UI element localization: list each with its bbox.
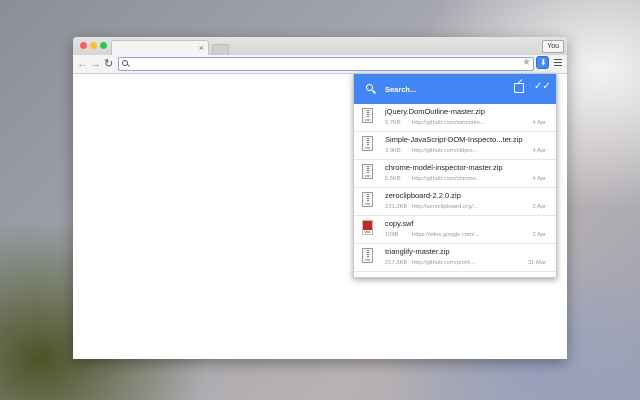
file-source: http://github.com/prohf... <box>412 260 475 266</box>
downloads-search-input[interactable] <box>385 83 505 96</box>
file-date: 4 Apr <box>532 176 546 182</box>
zip-file-icon: ZIP <box>362 108 373 123</box>
file-name: trianglify-master.zip <box>385 247 450 256</box>
address-input[interactable] <box>131 58 511 70</box>
file-size: 109B <box>385 232 399 238</box>
browser-toolbar: ← → ↻ ★ ⬇ <box>73 55 567 74</box>
downloads-extension-button[interactable]: ⬇ <box>537 57 548 68</box>
file-size: 5.5KB <box>385 176 401 182</box>
zip-file-icon: ZIP <box>362 136 373 151</box>
file-name: chrome-model-inspector-master.zip <box>385 163 503 172</box>
open-folder-icon[interactable] <box>514 83 524 93</box>
file-date: 2 Apr <box>532 232 546 238</box>
arrow-right-icon[interactable]: → <box>90 57 101 71</box>
arrow-left-icon[interactable]: ← <box>77 57 88 71</box>
file-date: 4 Apr <box>532 148 546 154</box>
close-window-button[interactable] <box>80 42 87 49</box>
clear-all-icon[interactable]: ✓✓ <box>534 81 551 93</box>
new-tab-button[interactable] <box>212 44 229 55</box>
file-source: http://github.com/chrome... <box>412 176 481 182</box>
popup-header: ✓✓ <box>354 74 556 104</box>
file-size: 3.9KB <box>385 148 401 154</box>
downloads-popup: ✓✓ ZIP jQuery.DomOutline-master.zip 5.7K… <box>353 73 557 278</box>
download-item[interactable]: SWF copy.swf 109B https://sites.google.co… <box>354 216 556 244</box>
download-item[interactable]: ZIP zeroclipboard-2.2.0.zip 231.3KB http:… <box>354 188 556 216</box>
file-date: 2 Apr <box>532 204 546 210</box>
flash-file-icon: SWF <box>362 220 373 235</box>
file-size: 231.3KB <box>385 204 408 210</box>
file-name: Simple-JavaScript-DOM-Inspecto...ter.zip <box>385 135 523 144</box>
file-date: 31 Mar <box>527 260 546 266</box>
file-name: zeroclipboard-2.2.0.zip <box>385 191 461 200</box>
search-icon <box>366 84 373 91</box>
title-bar: × You <box>73 37 567 56</box>
file-date: 4 Apr <box>532 120 546 126</box>
file-source: https://sites.google.com/... <box>412 232 480 238</box>
search-icon <box>122 60 128 66</box>
minimize-window-button[interactable] <box>90 42 97 49</box>
zip-file-icon: ZIP <box>362 248 373 263</box>
profile-button[interactable]: You <box>542 40 564 53</box>
browser-tab[interactable]: × <box>111 40 209 56</box>
download-item[interactable]: ZIP Simple-JavaScript-DOM-Inspecto...ter… <box>354 132 556 160</box>
address-bar[interactable] <box>118 57 534 71</box>
download-item[interactable]: ZIP trianglify-master.zip 217.3KB http://… <box>354 244 556 272</box>
zip-file-icon: ZIP <box>362 164 373 179</box>
file-source: http://github.com/simmalm... <box>412 120 485 126</box>
tab-close-icon[interactable]: × <box>199 42 204 54</box>
file-name: jQuery.DomOutline-master.zip <box>385 107 485 116</box>
star-icon[interactable]: ★ <box>522 57 531 69</box>
download-icon: ⬇ <box>540 58 547 67</box>
downloads-list: ZIP jQuery.DomOutline-master.zip 5.7KB ht… <box>354 104 556 272</box>
reload-icon[interactable]: ↻ <box>104 57 113 71</box>
zip-file-icon: ZIP <box>362 192 373 207</box>
download-item[interactable]: ZIP chrome-model-inspector-master.zip 5.… <box>354 160 556 188</box>
file-size: 5.7KB <box>385 120 401 126</box>
file-size: 217.3KB <box>385 260 408 266</box>
file-name: copy.swf <box>385 219 414 228</box>
download-item[interactable]: ZIP jQuery.DomOutline-master.zip 5.7KB ht… <box>354 104 556 132</box>
maximize-window-button[interactable] <box>100 42 107 49</box>
file-source: http://zeroclipboard.org/... <box>412 204 478 210</box>
file-source: http://github.com/oldpro... <box>412 148 478 154</box>
hamburger-menu-icon[interactable] <box>554 59 562 68</box>
